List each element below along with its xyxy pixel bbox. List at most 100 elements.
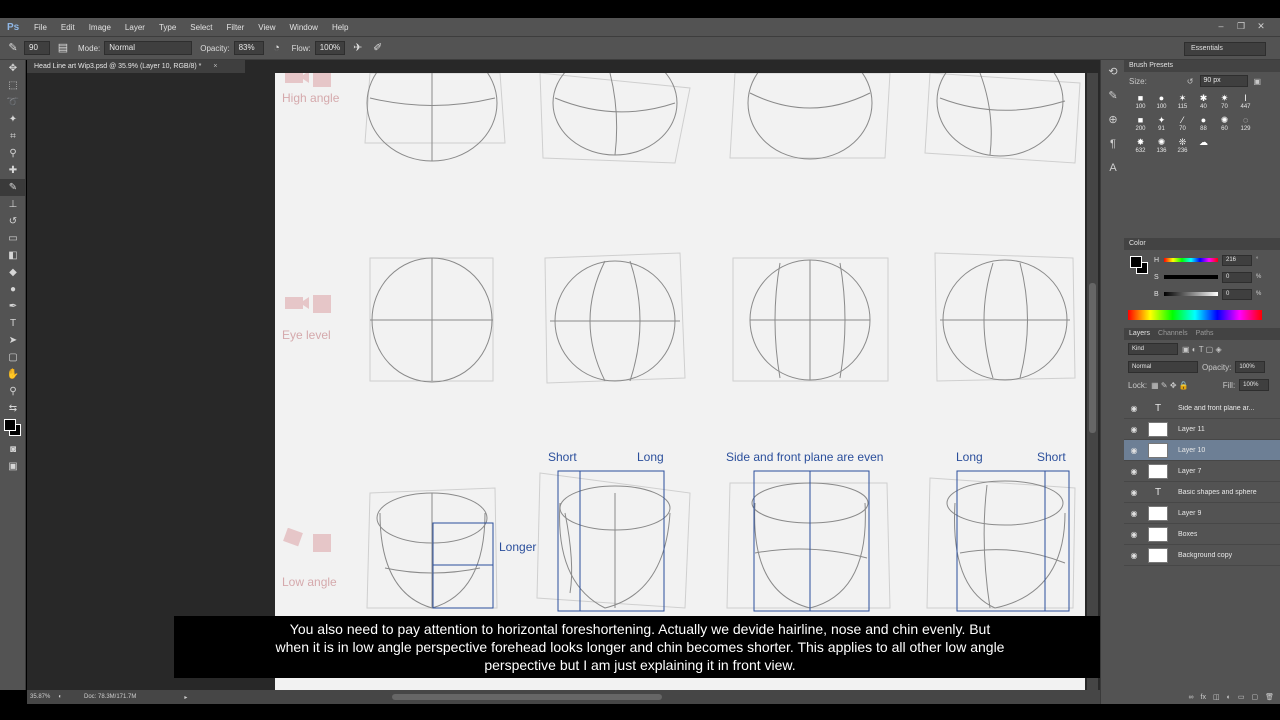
brush-preset[interactable]: ✦ 91 [1151, 114, 1172, 134]
document-close-icon[interactable]: × [213, 63, 217, 70]
new-layer-icon[interactable]: ▢ [1251, 692, 1258, 704]
layer-row[interactable]: ◉ T Side and front plane ar... [1124, 398, 1280, 419]
filter-icons[interactable]: ▣ ◐ T ▢ ◈ [1182, 345, 1222, 354]
brush-preset[interactable]: ✷ 70 [1214, 92, 1235, 112]
tab-layers[interactable]: Layers [1129, 328, 1150, 340]
quick-select-tool-icon[interactable]: ✦ [0, 111, 26, 128]
brush-preset[interactable]: ✸ 632 [1130, 136, 1151, 156]
screen-mode-icon[interactable]: ▣ [0, 458, 26, 475]
menu-file[interactable]: File [27, 23, 54, 32]
hue-slider[interactable] [1164, 258, 1218, 262]
brush-preset[interactable]: ⁄ 70 [1172, 114, 1193, 134]
brush-preset[interactable]: ■ 100 [1130, 92, 1151, 112]
brush-preset[interactable]: ● 88 [1193, 114, 1214, 134]
opacity-pressure-icon[interactable]: ◔ [270, 41, 284, 55]
visibility-eye-icon[interactable]: ◉ [1124, 509, 1144, 518]
zoom-tool-icon[interactable]: ⚲ [0, 383, 26, 400]
layer-row[interactable]: ◉ Layer 11 [1124, 419, 1280, 440]
tab-channels[interactable]: Channels [1158, 328, 1188, 340]
visibility-eye-icon[interactable]: ◉ [1124, 446, 1144, 455]
brush-tool-icon[interactable]: ✎ [0, 179, 26, 196]
eyedropper-tool-icon[interactable]: ⚲ [0, 145, 26, 162]
new-group-icon[interactable]: ▭ [1238, 692, 1245, 704]
visibility-eye-icon[interactable]: ◉ [1124, 404, 1144, 413]
close-button[interactable]: ✕ [1254, 20, 1268, 32]
saturation-value[interactable]: 0 [1222, 271, 1252, 283]
foreground-color-swatch[interactable] [4, 419, 16, 431]
history-brush-tool-icon[interactable]: ↺ [0, 213, 26, 230]
visibility-eye-icon[interactable]: ◉ [1124, 467, 1144, 476]
brush-size-picker[interactable]: 90 [24, 41, 50, 55]
history-panel-icon[interactable]: ⟲ [1101, 60, 1125, 84]
brush-preset[interactable]: ■ 200 [1130, 114, 1151, 134]
path-select-tool-icon[interactable]: ➤ [0, 332, 26, 349]
layer-opacity-field[interactable]: 100% [1235, 361, 1266, 373]
shape-tool-icon[interactable]: ▢ [0, 349, 26, 366]
eraser-tool-icon[interactable]: ▭ [0, 230, 26, 247]
color-panel-title[interactable]: Color [1129, 238, 1146, 250]
menu-image[interactable]: Image [82, 23, 118, 32]
layer-row[interactable]: ◉ Layer 7 [1124, 461, 1280, 482]
fill-field[interactable]: 100% [1239, 379, 1270, 391]
reset-size-icon[interactable]: ↺ [1187, 77, 1194, 86]
healing-tool-icon[interactable]: ✚ [0, 162, 26, 179]
menu-window[interactable]: Window [283, 23, 325, 32]
restore-button[interactable]: ❐ [1234, 20, 1248, 32]
link-layers-icon[interactable]: ∞ [1189, 692, 1194, 704]
color-spectrum-bar[interactable] [1128, 310, 1262, 320]
add-mask-icon[interactable]: ◫ [1213, 692, 1220, 704]
menu-view[interactable]: View [251, 23, 282, 32]
flow-field[interactable]: 100% [314, 41, 345, 55]
brush-preset[interactable]: ❊ 236 [1172, 136, 1193, 156]
canvas[interactable]: High angle Eye level Low angle Short Lon… [275, 73, 1085, 690]
delete-layer-icon[interactable]: 🗑 [1265, 692, 1274, 704]
swap-colors-icon[interactable]: ⇆ [0, 400, 26, 417]
lasso-tool-icon[interactable]: ➰ [0, 94, 26, 111]
visibility-eye-icon[interactable]: ◉ [1124, 530, 1144, 539]
opacity-field[interactable]: 83% [233, 41, 264, 55]
brush-presets-title[interactable]: Brush Presets [1129, 60, 1173, 72]
workspace-select[interactable]: Essentials [1184, 42, 1266, 56]
character-panel-icon[interactable]: A [1101, 156, 1125, 180]
layer-kind-filter[interactable]: Kind [1128, 343, 1178, 355]
status-arrow-icon[interactable]: ▸ [184, 694, 187, 701]
brightness-value[interactable]: 0 [1222, 288, 1252, 300]
menu-filter[interactable]: Filter [220, 23, 252, 32]
brush-size-field[interactable]: 90 px [1199, 75, 1248, 87]
blur-tool-icon[interactable]: ◆ [0, 264, 26, 281]
menu-type[interactable]: Type [152, 23, 183, 32]
menu-select[interactable]: Select [183, 23, 219, 32]
size-pressure-icon[interactable]: ✐ [371, 41, 385, 55]
brush-preset[interactable]: ☁ [1193, 136, 1214, 156]
color-panel-foreground-swatch[interactable] [1130, 256, 1142, 268]
vertical-scrollbar[interactable] [1087, 73, 1098, 690]
brush-panel-toggle-icon[interactable]: ▤ [56, 41, 70, 55]
clone-source-icon[interactable]: ⊕ [1101, 108, 1125, 132]
brush-preset[interactable]: ✺ 60 [1214, 114, 1235, 134]
hue-value[interactable]: 216 [1222, 254, 1252, 266]
blend-mode-select[interactable]: Normal [1128, 361, 1198, 373]
layer-row[interactable]: ◉ Boxes [1124, 524, 1280, 545]
brush-preset[interactable]: ● 100 [1151, 92, 1172, 112]
lock-icons[interactable]: ▦ ✎ ✥ 🔒 [1151, 381, 1189, 390]
airbrush-icon[interactable]: ✈ [351, 41, 365, 55]
marquee-tool-icon[interactable]: ⬚ [0, 77, 26, 94]
layer-row[interactable]: ◉ Layer 9 [1124, 503, 1280, 524]
menu-help[interactable]: Help [325, 23, 355, 32]
brush-options-icon[interactable]: ▣ [1254, 77, 1262, 86]
visibility-eye-icon[interactable]: ◉ [1124, 488, 1144, 497]
layer-row[interactable]: ◉ Background copy [1124, 545, 1280, 566]
adjustment-layer-icon[interactable]: ◐ [1227, 692, 1231, 704]
brush-panel-icon[interactable]: ✎ [1101, 84, 1125, 108]
saturation-slider[interactable] [1164, 275, 1218, 279]
brightness-slider[interactable] [1164, 292, 1218, 296]
brush-preset[interactable]: ǀ 447 [1235, 92, 1256, 112]
visibility-eye-icon[interactable]: ◉ [1124, 551, 1144, 560]
move-tool-icon[interactable]: ✥ [0, 60, 26, 77]
brush-preset[interactable]: ✱ 40 [1193, 92, 1214, 112]
menu-edit[interactable]: Edit [54, 23, 82, 32]
status-icon[interactable]: ◐ [58, 694, 62, 700]
mode-select[interactable]: Normal [104, 41, 193, 55]
minimize-button[interactable]: – [1214, 20, 1228, 32]
visibility-eye-icon[interactable]: ◉ [1124, 425, 1144, 434]
